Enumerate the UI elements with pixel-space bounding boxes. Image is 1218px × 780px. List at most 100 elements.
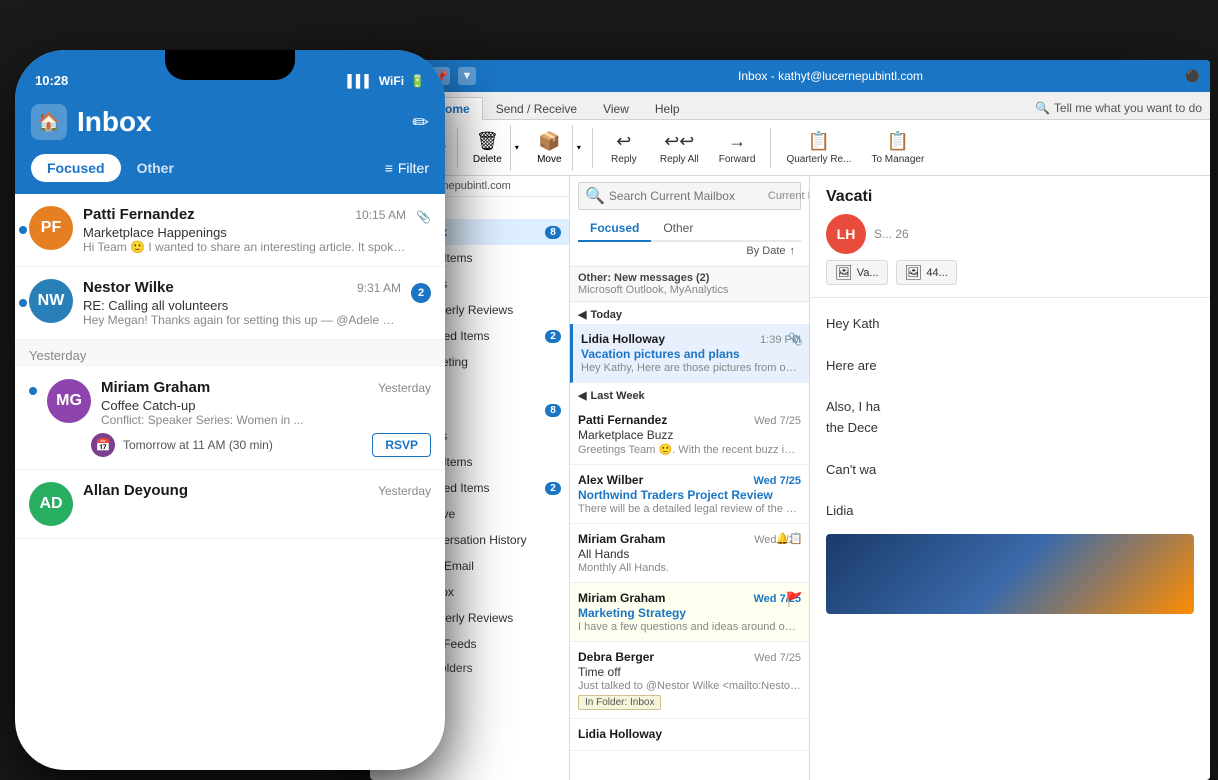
search-input[interactable] xyxy=(609,189,764,203)
rsvp-text: Tomorrow at 11 AM (30 min) xyxy=(123,438,364,452)
reading-greeting: Hey Kath xyxy=(826,314,1194,335)
phone-status-icons: ▌▌▌ WiFi 🔋 xyxy=(347,74,425,88)
phone-email-content-miriam: Miriam Graham Yesterday Coffee Catch-up … xyxy=(101,379,431,427)
sort-label[interactable]: By Date xyxy=(746,245,785,257)
signal-icon: ▌▌▌ xyxy=(347,74,373,88)
rsvp-button[interactable]: RSVP xyxy=(372,433,431,457)
reading-signature: Lidia xyxy=(826,501,1194,522)
attachment-1[interactable]: 🖼 Va... xyxy=(826,260,888,285)
sender-lidia-today: Lidia Holloway xyxy=(581,332,665,346)
preview-alex: There will be a detailed legal review of… xyxy=(578,503,801,515)
reading-image xyxy=(826,534,1194,614)
phone-email-content-patti: Patti Fernandez 10:15 AM Marketplace Hap… xyxy=(83,206,406,254)
reading-header: Vacati LH S... 26 🖼 Va... 🖼 44... xyxy=(810,176,1210,298)
title-bar-right: ⚫ xyxy=(1185,69,1200,83)
delete-arrow[interactable]: ▾ xyxy=(510,125,523,171)
rsvp-row: 📅 Tomorrow at 11 AM (30 min) RSVP xyxy=(29,433,431,457)
move-button[interactable]: 📦 Move ▾ xyxy=(526,124,586,172)
ribbon-tabs: File Home Send / Receive View Help 🔍 Tel… xyxy=(370,92,1210,120)
title-bar: ↺ ← 📌 ▼ Inbox - kathyt@lucernepubintl.co… xyxy=(370,60,1210,92)
reading-attachments: 🖼 Va... 🖼 44... xyxy=(826,260,1194,285)
reply-all-button[interactable]: ↩↩ Reply All xyxy=(651,124,708,172)
preview-nestor: Hey Megan! Thanks again for setting this… xyxy=(83,313,401,327)
email-item-miriam-all-hands[interactable]: 🔔📋 Miriam Graham Wed 7/25 All Hands Mont… xyxy=(570,524,809,583)
phone-filter-button[interactable]: ≡ Filter xyxy=(385,160,429,176)
deleted-all-badge: 2 xyxy=(545,482,561,495)
ribbon-actions: ✉ New Email ▾ 🗑 Delete ▾ 📦 Move ▾ ↩ Repl… xyxy=(370,120,1210,176)
ribbon-divider-3 xyxy=(770,128,771,168)
move-icon: 📦 xyxy=(538,131,560,152)
unread-dot-nestor xyxy=(19,299,27,307)
forward-button[interactable]: → Forward xyxy=(710,124,765,172)
rsvp-avatar: 📅 xyxy=(91,433,115,457)
inbox-home-icon: 🏠 xyxy=(31,104,67,140)
phone-tabs: Focused Other ≡ Filter xyxy=(15,154,445,194)
attachment-2[interactable]: 🖼 44... xyxy=(896,260,957,285)
phone-notch xyxy=(165,50,295,80)
new-messages-from: Microsoft Outlook, MyAnalytics xyxy=(578,284,801,296)
forward-icon: → xyxy=(728,131,746,152)
email-item-patti-lw[interactable]: Patti Fernandez Wed 7/25 Marketplace Buz… xyxy=(570,405,809,465)
outlook-body: kathyt@lucernepubintl.com ▾ Favorites 📥 … xyxy=(370,176,1210,780)
filter-label: Filter xyxy=(398,160,429,176)
delete-button[interactable]: 🗑 Delete ▾ xyxy=(464,124,524,172)
phone-inbox-title: Inbox xyxy=(77,106,152,138)
tab-focused[interactable]: Focused xyxy=(578,216,651,242)
phone-email-content-allan: Allan Deyoung Yesterday xyxy=(83,482,431,501)
sender-nestor: Nestor Wilke xyxy=(83,279,174,296)
preview-patti-lw: Greetings Team 🙂. With the recent buzz i… xyxy=(578,443,801,456)
attachment-icon-patti: 📎 xyxy=(416,210,431,224)
email-item-debra[interactable]: Debra Berger Wed 7/25 Time off Just talk… xyxy=(570,642,809,719)
reply-button[interactable]: ↩ Reply xyxy=(599,124,649,172)
email-item-alex[interactable]: Alex Wilber Wed 7/25 Northwind Traders P… xyxy=(570,465,809,524)
time-patti: 10:15 AM xyxy=(355,208,406,222)
subject-miriam: Coffee Catch-up xyxy=(101,398,431,413)
time-nestor: 9:31 AM xyxy=(357,281,401,295)
move-arrow[interactable]: ▾ xyxy=(572,125,585,171)
expand-icon[interactable]: ▼ xyxy=(458,67,476,85)
avatar-miriam: MG xyxy=(47,379,91,423)
compose-button[interactable]: ✏ xyxy=(412,110,429,135)
phone-email-item-miriam[interactable]: MG Miriam Graham Yesterday Coffee Catch-… xyxy=(15,367,445,470)
sender-patti: Patti Fernandez xyxy=(83,206,195,223)
search-bar[interactable]: 🔍 Current Mailbox ▾ xyxy=(578,182,801,210)
unread-dot xyxy=(19,226,27,234)
email-item-lidia-bottom[interactable]: Lidia Holloway xyxy=(570,719,809,751)
tab-help[interactable]: Help xyxy=(642,97,693,120)
reading-date: S... 26 xyxy=(874,227,909,241)
email-item-miriam-ms[interactable]: 🚩 Miriam Graham Wed 7/25 Marketing Strat… xyxy=(570,583,809,642)
tab-view[interactable]: View xyxy=(590,97,642,120)
phone-email-item-patti[interactable]: PF Patti Fernandez 10:15 AM Marketplace … xyxy=(15,194,445,267)
email-item-lidia-today[interactable]: 📎 Lidia Holloway 1:39 PM Vacation pictur… xyxy=(570,324,809,383)
reading-meta-right: S... 26 xyxy=(874,227,909,241)
tab-send-receive[interactable]: Send / Receive xyxy=(483,97,590,120)
delete-icon: 🗑 xyxy=(476,131,499,152)
sort-arrow-icon[interactable]: ↑ xyxy=(790,245,796,257)
reading-avatar: LH xyxy=(826,214,866,254)
inbox-all-badge: 8 xyxy=(545,404,561,417)
email-list-header: 🔍 Current Mailbox ▾ Focused Other By Dat… xyxy=(570,176,809,267)
quarterly-review-button[interactable]: 📋 Quarterly Re... xyxy=(777,124,860,172)
sender-lidia-b: Lidia Holloway xyxy=(578,727,662,741)
sender-alex: Alex Wilber xyxy=(578,473,643,487)
phone-tab-focused[interactable]: Focused xyxy=(31,154,121,182)
subject-miriam-ms: Marketing Strategy xyxy=(578,606,801,620)
att-label-2: 44... xyxy=(926,267,947,279)
subject-debra: Time off xyxy=(578,665,801,679)
eli-icons: 📎 xyxy=(788,332,803,346)
filter-icon: ≡ xyxy=(385,160,393,176)
phone-email-item-nestor[interactable]: NW Nestor Wilke 9:31 AM RE: Calling all … xyxy=(15,267,445,340)
phone-tab-other[interactable]: Other xyxy=(121,154,190,182)
deleted-badge: 2 xyxy=(545,330,561,343)
att-label-1: Va... xyxy=(857,267,879,279)
tab-other[interactable]: Other xyxy=(651,216,705,240)
phone-email-item-allan[interactable]: AD Allan Deyoung Yesterday xyxy=(15,470,445,539)
phone-section-yesterday: Yesterday xyxy=(15,340,445,367)
to-manager-button[interactable]: 📋 To Manager xyxy=(862,124,933,172)
phone-device: 10:28 ▌▌▌ WiFi 🔋 🏠 Inbox ✏ Focused Other… xyxy=(15,50,445,770)
badge-nestor: 2 xyxy=(411,283,431,303)
focused-other-tabs: Focused Other xyxy=(578,216,801,242)
eli-top-miriam-ah: Miriam Graham Wed 7/25 xyxy=(578,532,801,546)
current-mailbox-label: Current Mailbox xyxy=(768,190,810,202)
preview-patti: Hi Team 🙂 I wanted to share an interesti… xyxy=(83,240,406,254)
